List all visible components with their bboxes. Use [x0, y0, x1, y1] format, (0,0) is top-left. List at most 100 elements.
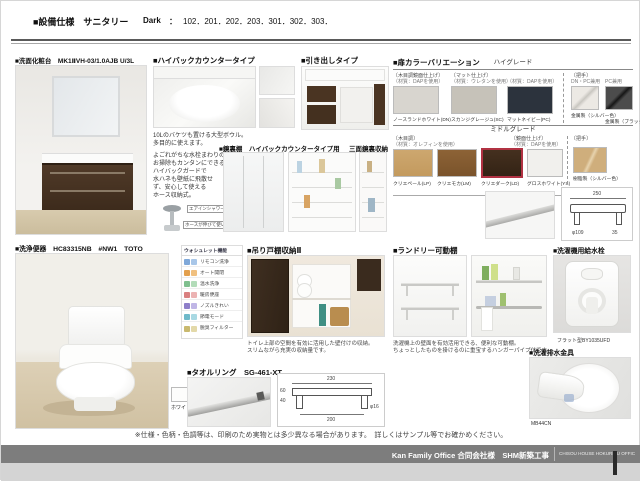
bar-leg-right — [616, 213, 622, 225]
plan-room-numbers: 102．201．202．203．301．302．303． — [183, 16, 332, 27]
ring-dim-line-top — [292, 383, 372, 384]
faucet-base — [164, 225, 180, 231]
page-title: ■設備仕様 サニタリー — [33, 15, 128, 28]
guard-note-6: ホース収納式。 — [153, 193, 195, 201]
section-wall-storage: ■吊り戸棚収納Ⅱ トイレ上部の空間を有効に活用した壁付けの収納。 スリムながら充… — [247, 245, 387, 359]
plan-color-label: Dark — [143, 16, 161, 25]
drawer-top — [305, 69, 384, 80]
washlet-feature-panel: ウォシュレット機能 リモコン洗浄 オート開閉 温水洗浄 暖房便座 ノズルきれい … — [181, 245, 243, 339]
shelf-board-1 — [401, 283, 459, 286]
section-counter: ■ハイバックカウンタータイプ ■引き出しタイプ 10Lのバケツも置ける大型ボウル… — [153, 55, 389, 237]
toilet-paper-roll — [297, 283, 312, 297]
shelf-board-2 — [401, 307, 459, 310]
spray-bottle — [500, 293, 506, 306]
towel-bar — [485, 204, 555, 228]
ring-dim-h2: 40 — [280, 398, 286, 404]
drawer-type-photo — [301, 66, 389, 130]
bowl-note-2: 多目的に使えます。 — [153, 141, 206, 149]
toilet-title: ■洗浄便器 HC83315NB #NW1 TOTO — [15, 243, 143, 253]
box-item — [485, 296, 495, 306]
ring-dim-h1: 60 — [280, 388, 286, 394]
drain-sticker — [564, 394, 574, 402]
section-tap: ■洗濯機用給水栓 フラット型BY1035UFD — [553, 245, 633, 347]
section-colors: ■扉カラーバリエーション ハイグレード 〔木目調鏡面仕上げ〕 （材質：DAPを使… — [393, 55, 633, 201]
shelf-lines — [362, 158, 385, 227]
tap-photo — [553, 255, 631, 333]
open-drawer-1 — [307, 86, 336, 102]
bar-dim-dia: φ109 — [572, 230, 584, 236]
shelf-bracket — [452, 286, 454, 296]
swatch-gloss-white — [527, 149, 563, 177]
shelf-bracket — [406, 286, 408, 296]
bar-dim-b: 35 — [612, 230, 618, 236]
vanity-floor — [16, 210, 146, 234]
laundry-shelf-photo-items — [471, 255, 547, 337]
tap-caption: フラット型BY1035UFD — [557, 337, 610, 344]
open-drawer-2 — [307, 105, 336, 124]
tap-title: ■洗濯機用給水栓 — [553, 245, 605, 255]
mirror-divider-2 — [263, 156, 264, 228]
plan-colon: ： — [169, 16, 177, 27]
storage-note-1: トイレ上部の空間を有効に活用した壁付けの収納。 — [247, 341, 374, 348]
mirror-storage-photo — [359, 152, 387, 232]
mg-finish1-note: （材質：オレフィンを使用） — [393, 142, 458, 148]
wall-storage-photo — [247, 255, 385, 337]
guard-note-3: ハイバックガードで — [153, 169, 207, 177]
guard-note-5: ず、安心して使える — [153, 185, 206, 193]
swatch-scandi-greige — [451, 86, 497, 114]
disclaimer: ※仕様・色柄・色調等は、印刷のため実物とは多少異なる場合があります。 詳しくはサ… — [1, 430, 640, 440]
hg-handle-note2: PC兼用 — [605, 79, 622, 85]
highback-counter-photo — [153, 66, 256, 128]
shelf-bracket — [406, 310, 408, 320]
detergent-bottle — [513, 267, 520, 280]
detergent-bottle — [482, 266, 489, 280]
toiletry-item — [368, 198, 375, 212]
towel-ring-drawing: 230 60 40 200 φ16 — [277, 373, 385, 427]
vanity-title: ■洗面化粧台 MK1ⅡVH-03/1.0AJB U/3L — [15, 55, 134, 65]
section-laundry: ■ランドリー可動棚 洗濯機上の壁面を有効活用できる、便利な可動棚。 ちょっとした… — [393, 245, 549, 359]
vanity-photo — [15, 65, 147, 235]
laundry-shelf-photo-empty — [393, 255, 467, 337]
laundry-note-1: 洗濯機上の壁面を有効活用できる、便利な可動棚。 — [393, 341, 519, 348]
drawer-title: ■引き出しタイプ — [301, 55, 358, 66]
detergent-bottle — [491, 264, 498, 280]
toilet-photo — [15, 253, 169, 429]
hanging-towel — [481, 307, 493, 331]
washlet-feature-label: 節電モード — [200, 313, 224, 320]
washlet-feature-label: 暖房便座 — [200, 291, 219, 298]
toiletry-item — [297, 161, 302, 173]
toiletry-item — [367, 161, 373, 172]
swatch-name: マットネイビー(PC) — [507, 116, 550, 123]
towel-bar-drawing: 250 φ109 35 — [561, 187, 633, 241]
swatch-name: クリエペール(LP) — [393, 180, 431, 187]
ring-dim-dia: φ16 — [370, 404, 379, 410]
faucet-callout-1: エアインシャワー — [187, 205, 227, 213]
handle-metal-black-photo — [605, 86, 633, 110]
washlet-feature-label: リモコン洗浄 — [200, 258, 229, 265]
section-toilet: ■洗浄便器 HC83315NB #NW1 TOTO — [15, 241, 171, 429]
washlet-feature-label: オート開閉 — [200, 269, 224, 276]
drain-title: ■洗濯排水金具 — [529, 347, 574, 357]
mirror-open-photo — [288, 152, 356, 232]
scroll-indicator[interactable] — [613, 451, 617, 475]
counter-detail-photo-2 — [259, 98, 295, 128]
swatch-crea-dark-selected — [481, 148, 523, 178]
towel-bar-photo — [485, 191, 555, 239]
highback-title: ■ハイバックカウンタータイプ — [153, 55, 255, 66]
toilet-base — [74, 397, 117, 411]
shelf-board — [292, 298, 352, 300]
bottom-strip — [1, 463, 640, 481]
swatch-name: グロスホワイト(YS) — [527, 180, 570, 187]
ring-dim-bottom: 200 — [278, 417, 384, 423]
swatch-northland-white — [393, 86, 439, 114]
guard-note-4: 水ハネも壁紙に飛散せ — [153, 177, 213, 185]
washlet-feature-label: 脱臭フィルター — [200, 324, 233, 331]
hg-divider — [563, 73, 564, 123]
open-door — [374, 84, 384, 125]
towel-ring-photo — [187, 377, 271, 427]
storage-note-2: スリムながら充実の収納量です。 — [247, 348, 329, 355]
cabinet-door-right — [357, 259, 381, 291]
hg-finish2-note2: （材質：DAPを使用） — [507, 79, 557, 85]
vanity-counter — [42, 153, 133, 163]
grade-high-label: ハイグレード — [393, 59, 633, 67]
